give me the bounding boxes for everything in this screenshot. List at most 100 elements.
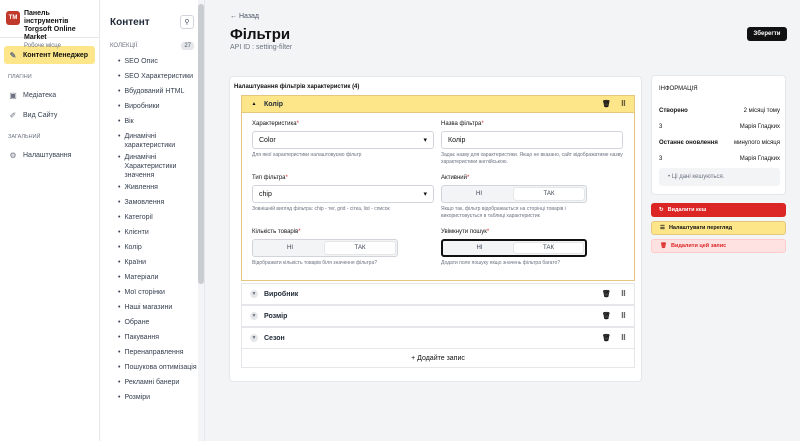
- sidebar: TM Панель інструментів Torgsoft Online M…: [0, 0, 100, 441]
- collection-item[interactable]: Країни: [100, 255, 204, 270]
- component-body: Характеристика* Color ▾ Для якої характер…: [241, 113, 635, 281]
- collection-item[interactable]: Наші магазини: [100, 300, 204, 315]
- filters-panel: Налаштування фільтрів характеристик (4) …: [229, 76, 642, 382]
- collection-item[interactable]: Перенаправлення: [100, 345, 204, 360]
- collection-item[interactable]: Матеріали: [100, 270, 204, 285]
- collection-item[interactable]: Клієнти: [100, 225, 204, 240]
- field-hint: Якщо так, фільтр відображається на сторі…: [441, 206, 566, 219]
- configure-view-button[interactable]: ☰ Налаштувати перегляд: [651, 221, 786, 235]
- collection-item[interactable]: Виробники: [100, 99, 204, 114]
- filter-type-select[interactable]: chip ▾: [252, 185, 434, 203]
- collections-panel: Контент ⚲ КОЛЕКЦІЇ 27 SEO Опис SEO Харак…: [100, 0, 205, 441]
- updated-label: Останнє оновлення: [659, 140, 718, 146]
- nav-label: Налаштування: [23, 151, 72, 159]
- back-link[interactable]: ← Назад: [230, 13, 259, 20]
- updated-by-num: 3: [659, 156, 663, 162]
- chevron-down-icon[interactable]: ▼: [250, 290, 258, 298]
- characteristic-select[interactable]: Color ▾: [252, 131, 434, 149]
- drag-handle-icon[interactable]: ⠿: [621, 290, 626, 298]
- component-title: Виробник: [264, 290, 299, 298]
- nav-media[interactable]: ▣ Медіатека: [4, 86, 95, 104]
- field-hint: Додати поле пошуку якщо значень фільтра …: [441, 260, 561, 266]
- page-title: Фільтри: [230, 26, 291, 43]
- info-title: ІНФОРМАЦІЯ: [659, 86, 698, 92]
- scrollbar[interactable]: [198, 0, 204, 441]
- delete-entry-button[interactable]: 🗑 Видалити цей запис: [651, 239, 786, 253]
- trash-icon[interactable]: 🗑: [602, 312, 611, 320]
- collection-item[interactable]: Колір: [100, 240, 204, 255]
- collections-group-label: КОЛЕКЦІЇ: [110, 43, 138, 49]
- collections-title: Контент: [110, 16, 150, 28]
- cache-note: • Ці дані кешуються.: [659, 168, 780, 186]
- add-entry-button[interactable]: + Додайте запис: [241, 348, 635, 368]
- panel-label: Налаштування фільтрів характеристик (4): [234, 84, 360, 90]
- toggle-no[interactable]: НІ: [255, 242, 325, 254]
- component-header[interactable]: ▼ Виробник 🗑 ⠿: [241, 283, 635, 305]
- collection-item[interactable]: Категорії: [100, 210, 204, 225]
- chevron-down-icon[interactable]: ▼: [250, 312, 258, 320]
- logo: TM: [6, 11, 20, 25]
- collection-item[interactable]: Вік: [100, 114, 204, 129]
- toggle-no[interactable]: НІ: [444, 188, 514, 200]
- drag-handle-icon[interactable]: ⠿: [621, 334, 626, 342]
- nav-label: Вид Сайту: [23, 111, 58, 119]
- image-icon: ▣: [9, 90, 17, 100]
- collection-item[interactable]: Рекламні банери: [100, 375, 204, 390]
- pencil-icon: ✎: [9, 50, 17, 60]
- collection-item[interactable]: SEO Опис: [100, 54, 204, 69]
- collection-item[interactable]: Замовлення: [100, 195, 204, 210]
- field-label: Характеристика*: [252, 121, 299, 127]
- collection-item[interactable]: Пошукова оптимізація: [100, 360, 204, 375]
- trash-icon[interactable]: 🗑: [602, 100, 611, 108]
- drag-handle-icon[interactable]: ⠿: [621, 312, 626, 320]
- toggle-yes[interactable]: ТАК: [325, 242, 395, 254]
- field-label: Увімкнути пошук*: [441, 229, 490, 235]
- caret-down-icon: ▾: [423, 191, 427, 198]
- active-toggle[interactable]: НІ ТАК: [441, 185, 587, 203]
- trash-icon[interactable]: 🗑: [602, 334, 611, 342]
- nav-site-view[interactable]: ✐ Вид Сайту: [4, 106, 95, 124]
- collection-item[interactable]: Динамічні характеристики: [100, 129, 204, 150]
- trash-icon[interactable]: 🗑: [602, 290, 611, 298]
- created-label: Створено: [659, 108, 688, 114]
- collection-item[interactable]: Розміри: [100, 390, 204, 405]
- chevron-down-icon[interactable]: ▼: [250, 334, 258, 342]
- collection-item[interactable]: Обране: [100, 315, 204, 330]
- collection-item[interactable]: Мої сторінки: [100, 285, 204, 300]
- brand[interactable]: TM Панель інструментів Torgsoft Online M…: [0, 0, 99, 49]
- caret-down-icon: ▾: [423, 137, 427, 144]
- api-id: API ID : setting-filter: [230, 44, 293, 51]
- count-toggle[interactable]: НІ ТАК: [252, 239, 398, 257]
- collection-item[interactable]: Вбудований HTML: [100, 84, 204, 99]
- toggle-yes[interactable]: ТАК: [514, 243, 583, 253]
- drag-handle-icon[interactable]: ⠿: [621, 100, 626, 108]
- toggle-no[interactable]: НІ: [445, 243, 514, 253]
- component-header-open[interactable]: ▲ Колір 🗑 ⠿: [241, 95, 635, 113]
- list-icon: ☰: [660, 225, 665, 231]
- collection-item[interactable]: Динамічні Характеристики значення: [100, 150, 204, 180]
- component-header[interactable]: ▼ Сезон 🗑 ⠿: [241, 327, 635, 349]
- field-label: Назва фільтра*: [441, 121, 484, 127]
- toggle-yes[interactable]: ТАК: [514, 188, 584, 200]
- collection-item[interactable]: SEO Характеристики: [100, 69, 204, 84]
- save-button[interactable]: Зберегти: [747, 27, 787, 41]
- search-toggle[interactable]: НІ ТАК: [441, 239, 587, 257]
- updated-value: минулого місяця: [733, 140, 780, 146]
- field-hint: Задає назву для характеристики. Якщо не …: [441, 152, 623, 165]
- collections-list: SEO Опис SEO Характеристики Вбудований H…: [100, 54, 204, 405]
- component-header[interactable]: ▼ Розмір 🗑 ⠿: [241, 305, 635, 327]
- nav-label: Медіатека: [23, 91, 57, 99]
- field-label: Активний*: [441, 175, 470, 181]
- collection-item[interactable]: Живлення: [100, 180, 204, 195]
- plugins-heading: ПЛАГІНИ: [8, 74, 32, 80]
- info-panel: ІНФОРМАЦІЯ Створено 2 місяці тому 3 Марія …: [651, 75, 786, 195]
- search-icon: ⚲: [184, 19, 190, 26]
- nav-settings[interactable]: ⚙ Налаштування: [4, 146, 95, 164]
- filter-name-input[interactable]: Колір: [441, 131, 623, 149]
- chevron-up-icon[interactable]: ▲: [250, 100, 258, 108]
- delete-cache-button[interactable]: ↻ Видалити кеш: [651, 203, 786, 217]
- search-button[interactable]: ⚲: [180, 15, 194, 29]
- collection-item[interactable]: Пакування: [100, 330, 204, 345]
- scrollbar-thumb[interactable]: [198, 4, 204, 284]
- nav-label: Контент Менеджер: [23, 51, 89, 59]
